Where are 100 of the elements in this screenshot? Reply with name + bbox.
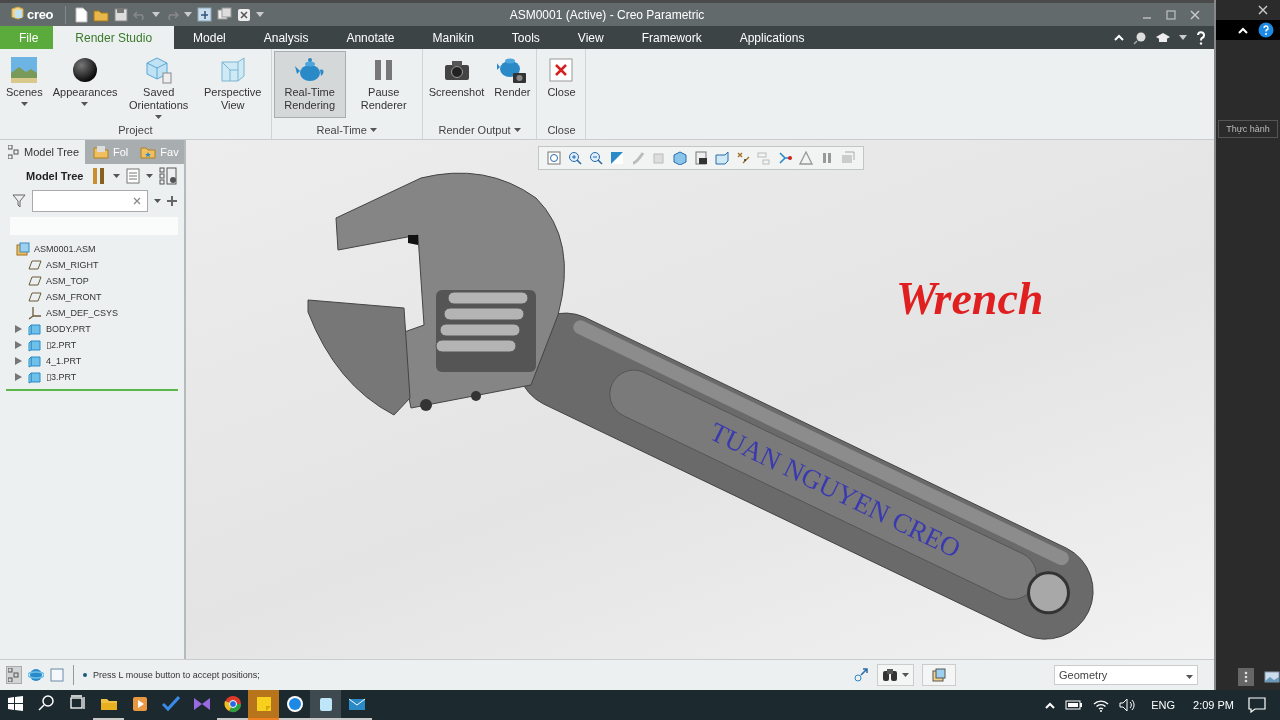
search-field[interactable] xyxy=(32,190,148,212)
ribbon-button[interactable]: Pause Renderer xyxy=(347,51,420,118)
tree-item[interactable]: ASM_FRONT xyxy=(46,292,102,302)
ribbon-tab[interactable]: Render Studio xyxy=(53,26,175,49)
filter-dropdown[interactable]: Geometry xyxy=(1054,665,1198,685)
battery-icon[interactable] xyxy=(1065,699,1084,711)
clear-icon[interactable] xyxy=(133,197,141,205)
view-manager-icon[interactable] xyxy=(694,151,708,165)
ribbon-tab[interactable]: Applications xyxy=(720,26,824,49)
cube-icon[interactable] xyxy=(310,690,341,720)
ribbon-button[interactable]: Scenes xyxy=(2,51,47,118)
spin-center-icon[interactable] xyxy=(778,151,792,165)
cube-icon xyxy=(931,667,947,683)
caret-icon[interactable] xyxy=(152,12,161,17)
tree-item[interactable]: 4_1.PRT xyxy=(46,356,82,366)
open-folder-icon[interactable] xyxy=(93,7,110,22)
maximize-icon[interactable] xyxy=(1166,9,1176,20)
collapse-icon[interactable] xyxy=(1238,26,1248,34)
perspective-icon[interactable] xyxy=(715,151,729,165)
expand-arrow-icon[interactable] xyxy=(14,325,22,333)
caret-icon xyxy=(902,673,909,677)
caret-icon[interactable] xyxy=(1179,35,1187,40)
ribbon-tab[interactable]: View xyxy=(558,26,623,49)
saved-view-icon[interactable] xyxy=(673,151,687,165)
ribbon-tab[interactable]: Manikin xyxy=(413,26,493,49)
ribbon-tab[interactable]: Tools xyxy=(492,26,559,49)
ribbon-tab[interactable]: Annotate xyxy=(327,26,414,49)
group-menu-button[interactable]: Render Output xyxy=(436,124,523,136)
ribbon-tab[interactable]: Analysis xyxy=(244,26,328,49)
caret-icon[interactable] xyxy=(146,174,154,178)
expand-arrow-icon[interactable] xyxy=(14,373,22,381)
part-icon xyxy=(28,322,42,336)
tree-item[interactable]: ASM_DEF_CSYS xyxy=(46,308,119,318)
tree-item[interactable]: BODY.PRT xyxy=(46,324,91,334)
tree-item[interactable]: ASM0001.ASM xyxy=(34,244,96,254)
save-icon[interactable] xyxy=(114,7,129,22)
triangle-icon[interactable] xyxy=(799,151,813,165)
folder-icon xyxy=(140,145,157,159)
ribbon-tab[interactable]: Framework xyxy=(622,26,721,49)
speaker-icon[interactable] xyxy=(1119,698,1138,712)
regenerate-icon[interactable] xyxy=(197,7,213,22)
windows-icon[interactable] xyxy=(217,7,233,22)
ribbon-button[interactable]: Screenshot xyxy=(424,51,489,118)
ribbon-button[interactable]: Saved Orientations xyxy=(122,51,195,118)
collapse-ribbon-icon[interactable] xyxy=(1114,34,1124,41)
part-icon xyxy=(28,370,42,384)
datum-plane-icon xyxy=(28,260,42,270)
clock[interactable]: 2:09 PM xyxy=(1193,699,1234,711)
wifi-icon[interactable] xyxy=(1093,698,1110,712)
assembly-icon xyxy=(16,242,30,256)
show-hidden-icons-icon[interactable] xyxy=(1045,701,1056,709)
ribbon-button[interactable]: Perspective View xyxy=(196,51,269,118)
tree-icon[interactable] xyxy=(6,666,22,684)
caret-icon[interactable] xyxy=(256,12,265,17)
caret-icon[interactable] xyxy=(184,12,193,17)
repaint-icon[interactable] xyxy=(610,151,624,165)
graduation-cap-icon[interactable] xyxy=(1156,31,1170,44)
zoom-out-icon[interactable] xyxy=(589,151,603,165)
new-file-icon[interactable] xyxy=(74,6,89,23)
ribbon-button[interactable]: Render xyxy=(490,51,535,118)
caret-icon[interactable] xyxy=(113,174,121,178)
ribbon-button[interactable]: Close xyxy=(539,51,584,118)
tree-icon xyxy=(8,145,20,159)
expand-arrow-icon[interactable] xyxy=(14,341,22,349)
tree-item[interactable]: ASM_TOP xyxy=(46,276,89,286)
notifications-icon[interactable] xyxy=(1248,697,1266,713)
close-window-icon[interactable] xyxy=(237,7,252,22)
help-icon[interactable] xyxy=(1258,22,1274,38)
expand-arrow-icon[interactable] xyxy=(14,357,22,365)
datum-plane-icon xyxy=(28,276,42,286)
panel-tab[interactable]: Model Tree xyxy=(0,140,86,164)
filter-icon[interactable] xyxy=(12,194,26,208)
tree-item[interactable]: ▯2.PRT xyxy=(46,340,77,350)
ribbon-tab[interactable]: Model xyxy=(174,26,245,49)
zoom-in-icon[interactable] xyxy=(568,151,582,165)
help-icon[interactable] xyxy=(1196,30,1206,45)
tree-item[interactable]: ASM_RIGHT xyxy=(46,260,99,270)
search-icon[interactable] xyxy=(1133,30,1147,45)
tree-item[interactable]: ▯3.PRT xyxy=(46,372,77,382)
move-icon[interactable] xyxy=(853,667,869,683)
part-icon xyxy=(28,354,42,368)
language-indicator[interactable]: ENG xyxy=(1151,699,1176,711)
refit-icon[interactable] xyxy=(547,151,561,165)
add-icon[interactable] xyxy=(167,196,177,206)
title-text: Wrench xyxy=(896,273,1044,324)
group-menu-button[interactable]: Real-Time xyxy=(314,124,379,136)
selection-cube-button[interactable] xyxy=(922,664,956,686)
more-icon[interactable] xyxy=(1238,668,1254,686)
pause-icon[interactable] xyxy=(820,151,834,165)
columns-icon[interactable] xyxy=(159,167,178,185)
image-icon[interactable] xyxy=(1264,671,1280,683)
find-button[interactable] xyxy=(877,664,914,686)
coordinate-system-icon xyxy=(28,306,42,320)
globe-icon[interactable] xyxy=(28,667,44,683)
binoculars-icon xyxy=(882,668,898,682)
ribbon-button[interactable]: Real-Time Rendering xyxy=(273,51,346,118)
side-button[interactable]: Thực hành xyxy=(1218,120,1278,138)
ribbon-button[interactable]: Appearances xyxy=(48,51,121,118)
datum-display-icon[interactable] xyxy=(736,151,750,165)
caret-icon[interactable] xyxy=(154,199,161,203)
